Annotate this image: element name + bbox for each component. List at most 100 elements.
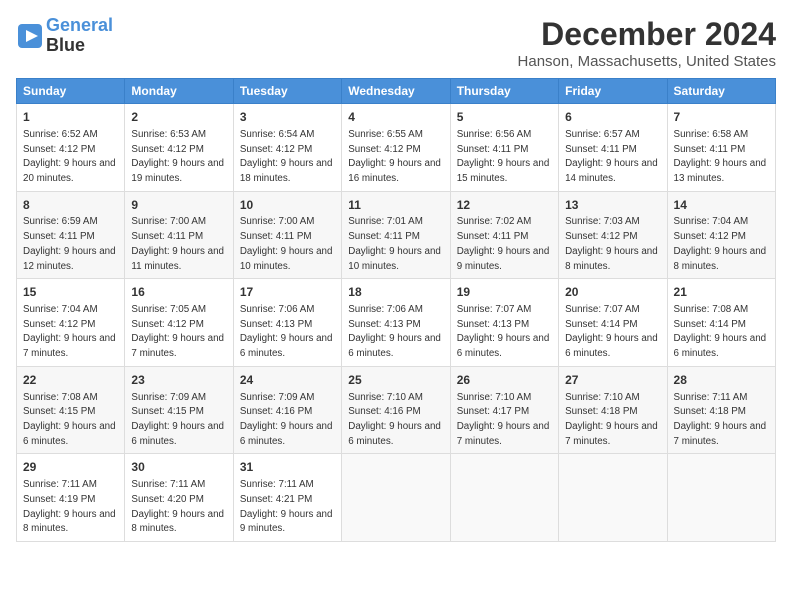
day-info: Sunrise: 6:59 AMSunset: 4:11 PMDaylight:… bbox=[23, 216, 116, 271]
calendar-cell: 8 Sunrise: 6:59 AMSunset: 4:11 PMDayligh… bbox=[17, 191, 125, 279]
day-info: Sunrise: 7:11 AMSunset: 4:18 PMDaylight:… bbox=[674, 392, 767, 447]
calendar-cell: 16 Sunrise: 7:05 AMSunset: 4:12 PMDaylig… bbox=[125, 279, 233, 367]
calendar-cell: 25 Sunrise: 7:10 AMSunset: 4:16 PMDaylig… bbox=[342, 366, 450, 454]
day-number: 28 bbox=[674, 372, 769, 389]
day-info: Sunrise: 7:05 AMSunset: 4:12 PMDaylight:… bbox=[131, 304, 224, 359]
day-info: Sunrise: 7:01 AMSunset: 4:11 PMDaylight:… bbox=[348, 216, 441, 271]
calendar-cell: 22 Sunrise: 7:08 AMSunset: 4:15 PMDaylig… bbox=[17, 366, 125, 454]
calendar-cell: 27 Sunrise: 7:10 AMSunset: 4:18 PMDaylig… bbox=[559, 366, 667, 454]
calendar-cell: 9 Sunrise: 7:00 AMSunset: 4:11 PMDayligh… bbox=[125, 191, 233, 279]
day-info: Sunrise: 7:07 AMSunset: 4:14 PMDaylight:… bbox=[565, 304, 658, 359]
calendar-cell: 20 Sunrise: 7:07 AMSunset: 4:14 PMDaylig… bbox=[559, 279, 667, 367]
day-info: Sunrise: 7:03 AMSunset: 4:12 PMDaylight:… bbox=[565, 216, 658, 271]
day-number: 5 bbox=[457, 109, 552, 126]
calendar-cell: 10 Sunrise: 7:00 AMSunset: 4:11 PMDaylig… bbox=[233, 191, 341, 279]
calendar-cell: 31 Sunrise: 7:11 AMSunset: 4:21 PMDaylig… bbox=[233, 454, 341, 542]
calendar-week-5: 29 Sunrise: 7:11 AMSunset: 4:19 PMDaylig… bbox=[17, 454, 776, 542]
page-header: General Blue December 2024 Hanson, Massa… bbox=[16, 16, 776, 70]
weekday-header-sunday: Sunday bbox=[17, 79, 125, 104]
day-number: 29 bbox=[23, 459, 118, 476]
calendar-cell: 13 Sunrise: 7:03 AMSunset: 4:12 PMDaylig… bbox=[559, 191, 667, 279]
calendar-cell: 3 Sunrise: 6:54 AMSunset: 4:12 PMDayligh… bbox=[233, 104, 341, 192]
day-info: Sunrise: 7:07 AMSunset: 4:13 PMDaylight:… bbox=[457, 304, 550, 359]
day-info: Sunrise: 7:09 AMSunset: 4:15 PMDaylight:… bbox=[131, 392, 224, 447]
day-info: Sunrise: 7:11 AMSunset: 4:19 PMDaylight:… bbox=[23, 479, 116, 534]
day-number: 10 bbox=[240, 197, 335, 214]
day-number: 7 bbox=[674, 109, 769, 126]
day-number: 26 bbox=[457, 372, 552, 389]
weekday-header-saturday: Saturday bbox=[667, 79, 775, 104]
day-info: Sunrise: 6:58 AMSunset: 4:11 PMDaylight:… bbox=[674, 129, 767, 184]
day-number: 2 bbox=[131, 109, 226, 126]
day-info: Sunrise: 7:11 AMSunset: 4:20 PMDaylight:… bbox=[131, 479, 224, 534]
day-info: Sunrise: 7:06 AMSunset: 4:13 PMDaylight:… bbox=[240, 304, 333, 359]
day-info: Sunrise: 6:54 AMSunset: 4:12 PMDaylight:… bbox=[240, 129, 333, 184]
day-info: Sunrise: 7:10 AMSunset: 4:18 PMDaylight:… bbox=[565, 392, 658, 447]
calendar-cell: 4 Sunrise: 6:55 AMSunset: 4:12 PMDayligh… bbox=[342, 104, 450, 192]
day-info: Sunrise: 7:00 AMSunset: 4:11 PMDaylight:… bbox=[240, 216, 333, 271]
day-number: 12 bbox=[457, 197, 552, 214]
day-info: Sunrise: 6:56 AMSunset: 4:11 PMDaylight:… bbox=[457, 129, 550, 184]
day-number: 19 bbox=[457, 284, 552, 301]
calendar-cell: 24 Sunrise: 7:09 AMSunset: 4:16 PMDaylig… bbox=[233, 366, 341, 454]
day-number: 27 bbox=[565, 372, 660, 389]
calendar-cell: 14 Sunrise: 7:04 AMSunset: 4:12 PMDaylig… bbox=[667, 191, 775, 279]
day-info: Sunrise: 7:04 AMSunset: 4:12 PMDaylight:… bbox=[23, 304, 116, 359]
calendar-header: SundayMondayTuesdayWednesdayThursdayFrid… bbox=[17, 79, 776, 104]
calendar-table: SundayMondayTuesdayWednesdayThursdayFrid… bbox=[16, 78, 776, 542]
day-info: Sunrise: 7:08 AMSunset: 4:15 PMDaylight:… bbox=[23, 392, 116, 447]
day-number: 31 bbox=[240, 459, 335, 476]
day-info: Sunrise: 6:57 AMSunset: 4:11 PMDaylight:… bbox=[565, 129, 658, 184]
calendar-cell: 18 Sunrise: 7:06 AMSunset: 4:13 PMDaylig… bbox=[342, 279, 450, 367]
calendar-cell bbox=[450, 454, 558, 542]
calendar-cell: 11 Sunrise: 7:01 AMSunset: 4:11 PMDaylig… bbox=[342, 191, 450, 279]
calendar-cell: 30 Sunrise: 7:11 AMSunset: 4:20 PMDaylig… bbox=[125, 454, 233, 542]
day-number: 17 bbox=[240, 284, 335, 301]
calendar-week-4: 22 Sunrise: 7:08 AMSunset: 4:15 PMDaylig… bbox=[17, 366, 776, 454]
day-number: 9 bbox=[131, 197, 226, 214]
day-number: 30 bbox=[131, 459, 226, 476]
calendar-cell: 2 Sunrise: 6:53 AMSunset: 4:12 PMDayligh… bbox=[125, 104, 233, 192]
day-info: Sunrise: 7:11 AMSunset: 4:21 PMDaylight:… bbox=[240, 479, 333, 534]
day-info: Sunrise: 7:09 AMSunset: 4:16 PMDaylight:… bbox=[240, 392, 333, 447]
calendar-cell: 23 Sunrise: 7:09 AMSunset: 4:15 PMDaylig… bbox=[125, 366, 233, 454]
day-number: 18 bbox=[348, 284, 443, 301]
day-info: Sunrise: 7:10 AMSunset: 4:17 PMDaylight:… bbox=[457, 392, 550, 447]
calendar-cell: 21 Sunrise: 7:08 AMSunset: 4:14 PMDaylig… bbox=[667, 279, 775, 367]
weekday-header-tuesday: Tuesday bbox=[233, 79, 341, 104]
day-number: 3 bbox=[240, 109, 335, 126]
day-number: 25 bbox=[348, 372, 443, 389]
calendar-body: 1 Sunrise: 6:52 AMSunset: 4:12 PMDayligh… bbox=[17, 104, 776, 542]
weekday-header-friday: Friday bbox=[559, 79, 667, 104]
day-number: 4 bbox=[348, 109, 443, 126]
day-number: 13 bbox=[565, 197, 660, 214]
calendar-week-2: 8 Sunrise: 6:59 AMSunset: 4:11 PMDayligh… bbox=[17, 191, 776, 279]
day-info: Sunrise: 7:06 AMSunset: 4:13 PMDaylight:… bbox=[348, 304, 441, 359]
calendar-subtitle: Hanson, Massachusetts, United States bbox=[518, 53, 776, 70]
day-number: 21 bbox=[674, 284, 769, 301]
calendar-cell: 19 Sunrise: 7:07 AMSunset: 4:13 PMDaylig… bbox=[450, 279, 558, 367]
calendar-cell: 5 Sunrise: 6:56 AMSunset: 4:11 PMDayligh… bbox=[450, 104, 558, 192]
calendar-cell: 12 Sunrise: 7:02 AMSunset: 4:11 PMDaylig… bbox=[450, 191, 558, 279]
day-info: Sunrise: 7:08 AMSunset: 4:14 PMDaylight:… bbox=[674, 304, 767, 359]
day-number: 23 bbox=[131, 372, 226, 389]
day-number: 1 bbox=[23, 109, 118, 126]
day-number: 11 bbox=[348, 197, 443, 214]
weekday-header-monday: Monday bbox=[125, 79, 233, 104]
day-number: 22 bbox=[23, 372, 118, 389]
weekday-header-thursday: Thursday bbox=[450, 79, 558, 104]
calendar-cell: 17 Sunrise: 7:06 AMSunset: 4:13 PMDaylig… bbox=[233, 279, 341, 367]
weekday-header-wednesday: Wednesday bbox=[342, 79, 450, 104]
calendar-cell: 6 Sunrise: 6:57 AMSunset: 4:11 PMDayligh… bbox=[559, 104, 667, 192]
calendar-week-1: 1 Sunrise: 6:52 AMSunset: 4:12 PMDayligh… bbox=[17, 104, 776, 192]
day-number: 24 bbox=[240, 372, 335, 389]
day-number: 20 bbox=[565, 284, 660, 301]
calendar-cell: 26 Sunrise: 7:10 AMSunset: 4:17 PMDaylig… bbox=[450, 366, 558, 454]
calendar-cell: 7 Sunrise: 6:58 AMSunset: 4:11 PMDayligh… bbox=[667, 104, 775, 192]
weekday-header-row: SundayMondayTuesdayWednesdayThursdayFrid… bbox=[17, 79, 776, 104]
calendar-cell: 29 Sunrise: 7:11 AMSunset: 4:19 PMDaylig… bbox=[17, 454, 125, 542]
day-number: 15 bbox=[23, 284, 118, 301]
logo-text: General Blue bbox=[46, 16, 113, 56]
title-block: December 2024 Hanson, Massachusetts, Uni… bbox=[518, 16, 776, 70]
calendar-cell: 28 Sunrise: 7:11 AMSunset: 4:18 PMDaylig… bbox=[667, 366, 775, 454]
